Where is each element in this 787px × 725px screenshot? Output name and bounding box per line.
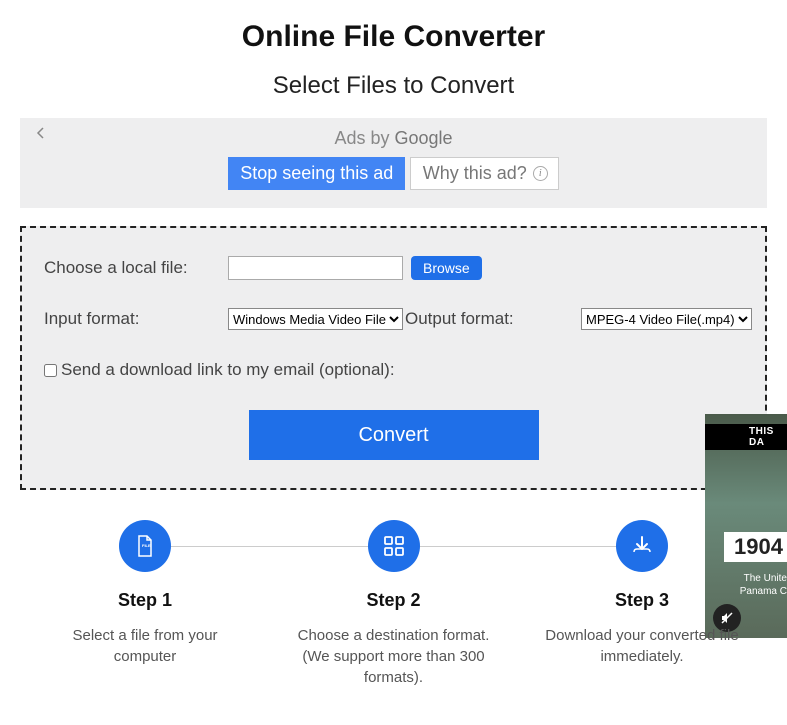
info-icon: i — [533, 166, 548, 181]
step-1: FILE Step 1 Select a file from your comp… — [40, 520, 250, 688]
ad-brand: Google — [394, 128, 452, 148]
choose-file-label: Choose a local file: — [44, 258, 228, 278]
step-3: Step 3 Download your converted file imme… — [537, 520, 747, 688]
why-this-ad-button[interactable]: Why this ad? i — [410, 157, 559, 190]
input-format-label: Input format: — [44, 309, 228, 329]
ad-label: Ads by Google — [32, 128, 755, 149]
email-label: Send a download link to my email (option… — [61, 360, 395, 380]
page-subtitle: Select Files to Convert — [0, 72, 787, 100]
page-title: Online File Converter — [0, 20, 787, 54]
video-band-label: THIS DA — [705, 424, 787, 450]
download-icon — [616, 520, 668, 572]
step-2: Step 2 Choose a destination format. (We … — [289, 520, 499, 688]
file-icon: FILE — [119, 520, 171, 572]
step-3-desc: Download your converted file immediately… — [537, 625, 747, 667]
step-3-title: Step 3 — [537, 590, 747, 611]
convert-button[interactable]: Convert — [249, 410, 539, 460]
ad-prefix: Ads by — [334, 128, 394, 148]
output-format-select[interactable]: MPEG-4 Video File(.mp4) — [581, 308, 752, 330]
grid-icon — [368, 520, 420, 572]
output-format-label: Output format: — [405, 309, 581, 329]
ad-banner: Ads by Google Stop seeing this ad Why th… — [20, 118, 767, 208]
ad-back-icon[interactable] — [34, 126, 48, 140]
step-2-desc: Choose a destination format. (We support… — [289, 625, 499, 688]
input-format-select[interactable]: Windows Media Video File(.wmv) — [228, 308, 403, 330]
converter-form: Choose a local file: Browse Input format… — [20, 226, 767, 490]
page-header: Online File Converter Select Files to Co… — [0, 0, 787, 100]
svg-text:FILE: FILE — [142, 543, 151, 548]
step-1-title: Step 1 — [40, 590, 250, 611]
step-2-title: Step 2 — [289, 590, 499, 611]
step-1-desc: Select a file from your computer — [40, 625, 250, 667]
file-input[interactable] — [228, 256, 403, 280]
email-checkbox[interactable] — [44, 364, 57, 377]
browse-button[interactable]: Browse — [411, 256, 482, 280]
stop-seeing-ad-button[interactable]: Stop seeing this ad — [228, 157, 405, 190]
steps-row: FILE Step 1 Select a file from your comp… — [40, 520, 747, 688]
why-this-ad-label: Why this ad? — [423, 163, 527, 184]
